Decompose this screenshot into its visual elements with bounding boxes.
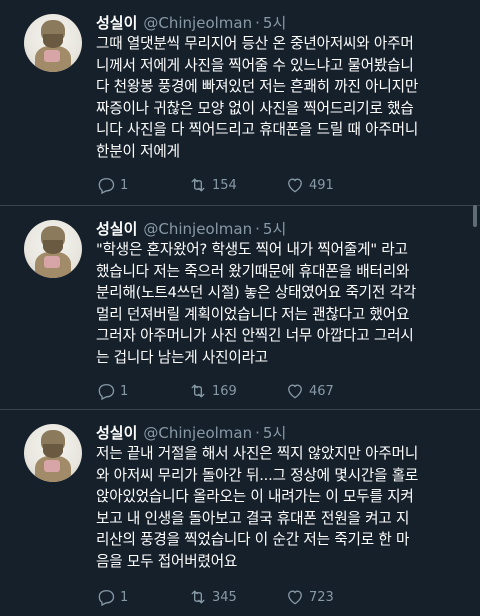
tweet-text-line: 했습니다 저는 죽으러 왔기때문에 휴대폰을 배터리와 [96, 262, 410, 280]
display-name[interactable]: 성실이 [96, 12, 137, 33]
like-count: 467 [309, 383, 334, 399]
tweet-actions: 1 154 491 [96, 175, 456, 197]
timestamp[interactable]: 5시 [263, 12, 286, 33]
user-handle[interactable]: @Chinjeolman [143, 424, 252, 442]
tweet-text-line: 분리해(노트4쓰던 시절) 놓은 상태였어요 죽기전 각각 [96, 284, 417, 301]
reply-button[interactable]: 1 [96, 381, 128, 401]
heart-icon [288, 384, 302, 399]
tweet-text-line: 멀리 던져버릴 계획이었습니다 저는 괜찮다고 했어요 [96, 305, 410, 323]
reply-button[interactable]: 1 [96, 175, 128, 195]
user-handle[interactable]: @Chinjeolman [143, 220, 252, 238]
tweet-text-line: 니다 사진을 다 찍어드리고 휴대폰을 드릴 때 아주머니 [96, 121, 419, 138]
tweet-text-line: 리산의 풍경을 찍었습니다 이 순간 저는 죽기로 한 마 [96, 531, 410, 548]
reply-icon [98, 178, 115, 195]
tweet-2[interactable]: 성실이 @Chinjeolman · 5시 "학생은 혼자왔어? 학생도 찍어 … [0, 206, 480, 410]
tweet-text-line: 와 아저씨 무리가 돌아간 뒤...그 정상에 몇시간을 홀로 [96, 466, 419, 484]
reply-count: 1 [120, 589, 129, 605]
avatar[interactable] [24, 220, 82, 278]
reply-count: 1 [120, 177, 129, 193]
display-name[interactable]: 성실이 [96, 422, 137, 443]
retweet-icon [191, 178, 205, 192]
scrollbar[interactable] [473, 205, 477, 227]
retweet-icon [191, 384, 205, 398]
heart-icon [288, 590, 302, 605]
like-count: 723 [309, 589, 334, 605]
tweet-text-line: 는 겁니다 남는게 사진이라고 [96, 348, 269, 366]
retweet-count: 169 [212, 383, 237, 399]
user-handle[interactable]: @Chinjeolman [143, 14, 252, 32]
retweet-button[interactable]: 169 [188, 381, 237, 401]
retweet-count: 345 [212, 589, 237, 605]
tweet-1[interactable]: 성실이 @Chinjeolman · 5시 그때 열댓분씩 무리지어 등산 온 … [0, 0, 480, 206]
tweet-text: "학생은 혼자왔어? 학생도 찍어 내가 찍어줄게" 라고 했습니다 저는 죽으… [96, 239, 468, 368]
tweet-text-line: 음을 모두 접어버렸어요 [96, 552, 238, 570]
tweet-text-line: 니께서 저에게 사진을 찍어줄 수 있느냐고 물어봤습니 [96, 56, 414, 74]
tweet-actions: 1 345 723 [96, 587, 456, 609]
reply-icon [98, 384, 115, 401]
tweet-header: 성실이 @Chinjeolman · 5시 [96, 12, 286, 33]
like-count: 491 [309, 177, 334, 193]
timestamp[interactable]: 5시 [263, 218, 286, 239]
tweet-text-line: "학생은 혼자왔어? 학생도 찍어 내가 찍어줄게" 라고 [96, 241, 408, 258]
like-button[interactable]: 723 [285, 587, 334, 607]
avatar[interactable] [24, 14, 82, 72]
avatar[interactable] [24, 424, 82, 482]
separator: · [255, 220, 260, 238]
like-button[interactable]: 467 [285, 381, 334, 401]
retweet-button[interactable]: 345 [188, 587, 237, 607]
separator: · [255, 14, 260, 32]
tweet-text-line: 다 천왕봉 풍경에 빠져있던 저는 흔쾌히 까진 아니지만 [96, 78, 419, 95]
tweet-text-line: 한분이 저에게 [96, 142, 180, 160]
separator: · [255, 424, 260, 442]
timestamp[interactable]: 5시 [263, 422, 286, 443]
reply-button[interactable]: 1 [96, 587, 128, 607]
like-button[interactable]: 491 [285, 175, 334, 195]
tweet-text-line: 보고 내 인생을 돌아보고 결국 휴대폰 전원을 켜고 지 [96, 509, 410, 527]
tweet-text-line: 저는 끝내 거절을 해서 사진은 찍지 않았지만 아주머니 [96, 445, 419, 462]
heart-icon [288, 178, 302, 193]
reply-count: 1 [120, 383, 129, 399]
tweet-header: 성실이 @Chinjeolman · 5시 [96, 218, 286, 239]
tweet-header: 성실이 @Chinjeolman · 5시 [96, 422, 286, 443]
tweet-text: 그때 열댓분씩 무리지어 등산 온 중년아저씨와 아주머 니께서 저에게 사진을… [96, 33, 468, 162]
reply-icon [98, 590, 115, 607]
tweet-text-line: 앉아있었습니다 올라오는 이 내려가는 이 모두를 지켜 [96, 488, 414, 505]
display-name[interactable]: 성실이 [96, 218, 137, 239]
retweet-button[interactable]: 154 [188, 175, 237, 195]
tweet-text-line: 그러자 아주머니가 사진 안찍긴 너무 아깝다고 그러시 [96, 327, 414, 344]
tweet-text: 저는 끝내 거절을 해서 사진은 찍지 않았지만 아주머니 와 아저씨 무리가 … [96, 443, 468, 572]
retweet-count: 154 [212, 177, 237, 193]
retweet-icon [191, 590, 205, 604]
tweet-3[interactable]: 성실이 @Chinjeolman · 5시 저는 끝내 거절을 해서 사진은 찍… [0, 410, 480, 616]
tweet-text-line: 짜증이나 귀찮은 모양 없이 사진을 찍어드리기로 했습 [96, 99, 414, 117]
tweet-text-line: 그때 열댓분씩 무리지어 등산 온 중년아저씨와 아주머 [96, 35, 414, 52]
tweet-actions: 1 169 467 [96, 381, 456, 403]
